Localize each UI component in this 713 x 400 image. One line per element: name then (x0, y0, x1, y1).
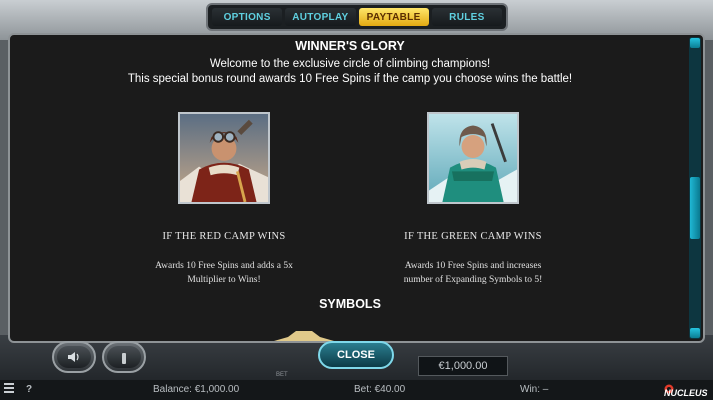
section-title-symbols: SYMBOLS (319, 297, 381, 311)
nucleus-logo: NUCLEUS (664, 384, 708, 398)
paytable-scrollbar[interactable] (689, 37, 701, 339)
intro-text: Welcome to the exclusive circle of climb… (10, 57, 690, 87)
scroll-up-button[interactable] (690, 38, 700, 48)
sound-button-inner (57, 346, 91, 368)
balance-display: Balance: €1,000.00 (153, 384, 240, 395)
paytable-panel: WINNER'S GLORY Welcome to the exclusive … (8, 33, 705, 343)
tab-options[interactable]: OPTIONS (212, 8, 283, 26)
scroll-thumb[interactable] (690, 177, 700, 239)
win-display: Win: – (520, 384, 549, 395)
speaker-icon (68, 352, 79, 362)
explorer-green-camp-image (429, 114, 517, 202)
bet-amount-display: €1,000.00 (418, 356, 508, 376)
green-camp-symbol (427, 112, 519, 204)
intro-line-1: Welcome to the exclusive circle of climb… (209, 58, 491, 70)
green-camp-description: Awards 10 Free Spins and increases numbe… (343, 259, 603, 287)
scroll-down-button[interactable] (690, 328, 700, 338)
section-title-winners-glory: WINNER'S GLORY (295, 39, 405, 53)
close-button[interactable]: CLOSE (318, 341, 394, 369)
red-camp-desc-line-1: Awards 10 Free Spins and adds a 5x (155, 261, 293, 271)
menu-icon[interactable] (4, 382, 14, 397)
tab-autoplay[interactable]: AUTOPLAY (285, 8, 356, 26)
nucleus-logo-text: NUCLEUS (664, 388, 708, 398)
bet-display: Bet: €40.00 (354, 384, 406, 395)
red-camp-description: Awards 10 Free Spins and adds a 5x Multi… (94, 259, 354, 287)
bet-label: BET (276, 372, 288, 378)
tab-rules[interactable]: RULES (431, 8, 502, 26)
menu-tab-bar: OPTIONS AUTOPLAY PAYTABLE RULES (206, 3, 508, 31)
red-camp-heading: IF THE RED CAMP WINS (162, 231, 286, 242)
red-camp-desc-line-2: Multiplier to Wins! (187, 275, 261, 285)
intro-line-2: This special bonus round awards 10 Free … (127, 73, 573, 85)
green-camp-desc-line-1: Awards 10 Free Spins and increases (404, 261, 542, 271)
paytable-content: WINNER'S GLORY Welcome to the exclusive … (10, 35, 690, 341)
info-button[interactable] (102, 341, 146, 373)
info-icon (122, 353, 126, 364)
symbol-preview-gold-icon (274, 331, 334, 341)
red-camp-symbol (178, 112, 270, 204)
help-icon[interactable]: ? (26, 384, 32, 395)
green-camp-desc-line-2: number of Expanding Symbols to 5! (403, 275, 543, 285)
tab-paytable[interactable]: PAYTABLE (358, 8, 429, 26)
sound-button[interactable] (52, 341, 96, 373)
info-button-inner (107, 346, 141, 368)
status-bar: ? Balance: €1,000.00 Bet: €40.00 Win: – … (0, 380, 713, 400)
aviator-red-camp-image (180, 114, 268, 202)
green-camp-heading: IF THE GREEN CAMP WINS (404, 231, 542, 242)
